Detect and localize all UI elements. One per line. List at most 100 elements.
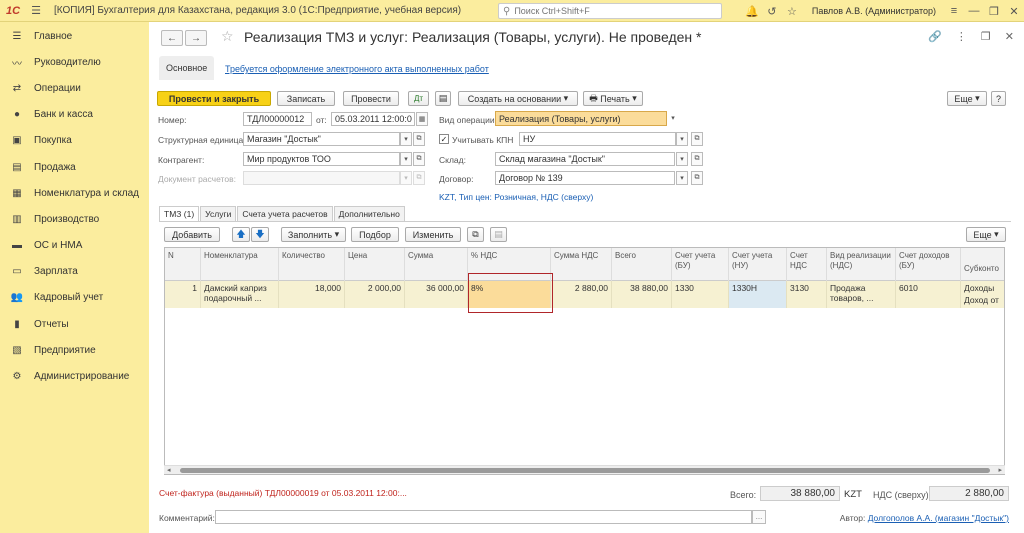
chevron-down-icon[interactable]: ▾ (676, 171, 688, 185)
col-total[interactable]: Всего (612, 248, 672, 281)
link-icon[interactable]: 🔗 (928, 30, 942, 43)
sidebar-item-manager[interactable]: 〰 Руководителю (0, 49, 149, 75)
col-income-acc[interactable]: Счет доходов (БУ) (896, 248, 961, 281)
sidebar-item-sales[interactable]: ▤ Продажа (0, 154, 149, 180)
settings-menu-icon[interactable]: ≡ (944, 0, 964, 22)
restore-icon[interactable]: ❐ (984, 0, 1004, 22)
fill-button[interactable]: Заполнить ▾ (281, 227, 346, 242)
help-icon[interactable]: ? (991, 91, 1006, 106)
chevron-down-icon[interactable]: ▾ (676, 132, 688, 146)
col-item[interactable]: Номенклатура (201, 248, 279, 281)
close-icon[interactable]: ✕ (1004, 0, 1024, 22)
col-sale-type[interactable]: Вид реализации (НДС) (827, 248, 896, 281)
invoice-link[interactable]: Счет-фактура (выданный) ТДЛ00000019 от 0… (159, 488, 407, 498)
report-structure-icon[interactable]: ▤ (435, 91, 451, 106)
sidebar-item-enterprise[interactable]: ▧ Предприятие (0, 337, 149, 363)
sidebar-item-salary[interactable]: ▭ Зарплата (0, 259, 149, 285)
number-field[interactable]: ТДЛ00000012 (243, 112, 312, 126)
search-box[interactable]: ⚲ (498, 3, 722, 19)
save-button[interactable]: Записать (277, 91, 335, 106)
add-row-button[interactable]: Добавить (164, 227, 220, 242)
cell-subconto[interactable]: Доходы Доход от (961, 281, 1004, 308)
sidebar-item-bank[interactable]: ● Банк и касса (0, 102, 149, 128)
col-subconto[interactable]: Субконто (961, 248, 1004, 281)
forward-button[interactable]: → (185, 30, 207, 46)
cell-acc-bu[interactable]: 1330 (672, 281, 729, 308)
sidebar-item-assets[interactable]: ▬ ОС и НМА (0, 233, 149, 259)
chevron-down-icon[interactable]: ▾ (400, 132, 412, 146)
col-n[interactable]: N (165, 248, 201, 281)
sidebar-item-main[interactable]: ☰ Главное (0, 23, 149, 49)
open-icon[interactable]: ⧉ (413, 132, 425, 146)
chevron-down-icon[interactable]: ▾ (676, 152, 688, 166)
cell-qty[interactable]: 18,000 (279, 281, 345, 308)
close-icon[interactable]: ✕ (1005, 30, 1014, 43)
price-type-link[interactable]: KZT, Тип цен: Розничная, НДС (сверху) (439, 192, 593, 202)
hamburger-menu-icon[interactable]: ☰ (26, 0, 46, 22)
col-vat-sum[interactable]: Сумма НДС (551, 248, 612, 281)
scroll-left-icon[interactable]: ◂ (167, 466, 171, 474)
user-name[interactable]: Павлов А.В. (Администратор) (812, 6, 936, 16)
sidebar-item-nomenclature[interactable]: ▦ Номенклатура и склад (0, 180, 149, 206)
kpn-checkbox[interactable]: ✓ (439, 134, 449, 144)
calendar-icon[interactable]: ▦ (416, 112, 428, 126)
restore-icon[interactable]: ❐ (981, 30, 991, 43)
counterparty-field[interactable]: Мир продуктов ТОО (243, 152, 400, 166)
cell-acc-nu[interactable]: 1330Н (729, 281, 787, 308)
col-qty[interactable]: Количество (279, 248, 345, 281)
favorite-star-icon[interactable]: ☆ (221, 28, 234, 45)
print-button[interactable]: 🖶 Печать ▾ (583, 91, 643, 106)
comment-field[interactable] (215, 510, 752, 524)
bell-icon[interactable]: 🔔 (742, 0, 762, 22)
sidebar-item-production[interactable]: ▥ Производство (0, 206, 149, 232)
paste-icon[interactable]: ▤ (490, 227, 507, 242)
cell-item[interactable]: Дамский каприз подарочный ... (201, 281, 279, 308)
post-button[interactable]: Провести (343, 91, 399, 106)
cell-total[interactable]: 38 880,00 (612, 281, 672, 308)
operation-type-field[interactable]: Реализация (Товары, услуги) (495, 111, 667, 126)
sidebar-item-purchase[interactable]: ▣ Покупка (0, 128, 149, 154)
division-field[interactable]: Магазин "Достык" (243, 132, 400, 146)
tab-tmz[interactable]: ТМЗ (1) (159, 206, 200, 221)
contract-field[interactable]: Договор № 139 (495, 171, 675, 185)
warehouse-field[interactable]: Склад магазина "Достык" (495, 152, 675, 166)
chevron-down-icon[interactable]: ▾ (400, 171, 412, 185)
sidebar-item-operations[interactable]: ⇄ Операции (0, 75, 149, 101)
kpn-field[interactable]: НУ (519, 132, 676, 146)
cell-sale-type[interactable]: Продажа товаров, ... (827, 281, 896, 308)
tab-services[interactable]: Услуги (200, 206, 237, 221)
sidebar-item-hr[interactable]: 👥 Кадровый учет (0, 285, 149, 311)
cell-sum[interactable]: 36 000,00 (405, 281, 468, 308)
chevron-down-icon[interactable]: ▾ (400, 152, 412, 166)
open-icon[interactable]: ⧉ (691, 171, 703, 185)
create-based-on-button[interactable]: Создать на основании ▾ (458, 91, 578, 106)
sidebar-item-reports[interactable]: ▮ Отчеты (0, 311, 149, 337)
col-acc-bu[interactable]: Счет учета (БУ) (672, 248, 729, 281)
more-button[interactable]: Еще ▾ (947, 91, 987, 106)
open-icon[interactable]: ⧉ (413, 171, 425, 185)
col-acc-nu[interactable]: Счет учета (НУ) (729, 248, 787, 281)
col-sum[interactable]: Сумма (405, 248, 468, 281)
select-button[interactable]: Подбор (351, 227, 399, 242)
tab-basic[interactable]: Основное (159, 56, 215, 80)
cell-income-acc[interactable]: 6010 (896, 281, 961, 308)
col-price[interactable]: Цена (345, 248, 405, 281)
open-icon[interactable]: ⧉ (413, 152, 425, 166)
move-down-icon[interactable]: 🡇 (251, 227, 269, 242)
back-button[interactable]: ← (161, 30, 183, 46)
open-icon[interactable]: ⧉ (691, 152, 703, 166)
scroll-right-icon[interactable]: ▸ (998, 466, 1002, 474)
scrollbar-thumb[interactable] (180, 468, 990, 473)
cell-acc-vat[interactable]: 3130 (787, 281, 827, 308)
e-act-link[interactable]: Требуется оформление электронного акта в… (225, 64, 489, 74)
settlement-doc-field[interactable] (243, 171, 400, 185)
history-icon[interactable]: ↺ (762, 0, 782, 22)
move-up-icon[interactable]: 🡅 (232, 227, 250, 242)
table-more-button[interactable]: Еще ▾ (966, 227, 1006, 242)
chevron-down-icon[interactable]: ▾ (667, 111, 679, 125)
copy-icon[interactable]: ⧉ (467, 227, 484, 242)
open-icon[interactable]: ⧉ (691, 132, 703, 146)
minimize-icon[interactable]: — (964, 0, 984, 22)
cell-price[interactable]: 2 000,00 (345, 281, 405, 308)
col-acc-vat[interactable]: Счет НДС (787, 248, 827, 281)
